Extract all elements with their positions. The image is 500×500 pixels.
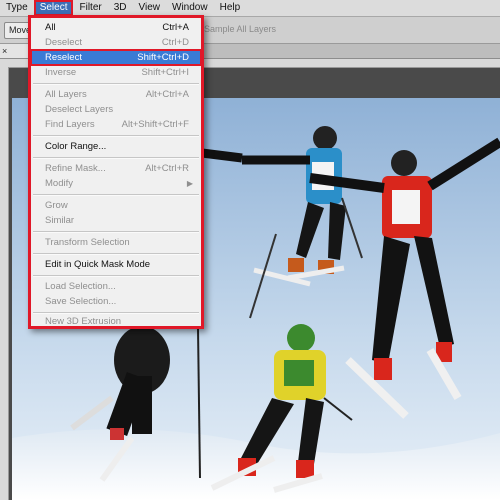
- menu-item-label: Deselect Layers: [45, 104, 114, 115]
- menu-separator: [33, 83, 199, 85]
- menu-item-new-3d-extrusion[interactable]: New 3D Extrusion: [31, 314, 201, 329]
- menu-item-label: Color Range...: [45, 141, 107, 152]
- left-ruler: [0, 67, 9, 500]
- menu-select[interactable]: Select: [33, 0, 74, 16]
- shortcut-label: Shift+Ctrl+D: [137, 52, 189, 63]
- menu-item-label: Modify: [45, 178, 73, 189]
- menu-item-label: Inverse: [45, 67, 77, 78]
- menu-item-label: Grow: [45, 200, 68, 211]
- menu-item-label: Similar: [45, 215, 75, 226]
- menu-item-modify[interactable]: Modify ▶: [31, 176, 201, 191]
- shortcut-label: Ctrl+D: [161, 37, 189, 48]
- submenu-arrow-icon: ▶: [186, 179, 193, 188]
- menu-item-label: New 3D Extrusion: [45, 316, 122, 327]
- menu-item-label: Refine Mask...: [45, 163, 106, 174]
- menu-filter[interactable]: Filter: [73, 0, 107, 16]
- menu-separator: [33, 194, 199, 196]
- menu-item-deselect[interactable]: Deselect Ctrl+D: [31, 35, 201, 50]
- menu-view[interactable]: View: [133, 0, 167, 16]
- menu-item-refine-mask[interactable]: Refine Mask... Alt+Ctrl+R: [31, 161, 201, 176]
- menu-item-label: Deselect: [45, 37, 82, 48]
- menu-item-inverse[interactable]: Inverse Shift+Ctrl+I: [31, 65, 201, 80]
- menu-item-all-layers[interactable]: All Layers Alt+Ctrl+A: [31, 87, 201, 102]
- close-tab-icon[interactable]: ×: [2, 46, 7, 56]
- menu-window[interactable]: Window: [166, 0, 214, 16]
- menu-item-quick-mask[interactable]: Edit in Quick Mask Mode: [31, 257, 201, 272]
- menu-item-save-selection[interactable]: Save Selection...: [31, 294, 201, 309]
- shortcut-label: Alt+Ctrl+R: [145, 163, 189, 174]
- shortcut-label: Ctrl+A: [162, 22, 189, 33]
- menu-item-similar[interactable]: Similar: [31, 213, 201, 228]
- select-menu-dropdown: All Ctrl+A Deselect Ctrl+D Reselect Shif…: [28, 15, 204, 329]
- menu-help[interactable]: Help: [214, 0, 247, 16]
- menu-3d[interactable]: 3D: [108, 0, 133, 16]
- menu-item-grow[interactable]: Grow: [31, 198, 201, 213]
- menu-item-transform-selection[interactable]: Transform Selection: [31, 235, 201, 250]
- menu-item-find-layers[interactable]: Find Layers Alt+Shift+Ctrl+F: [31, 117, 201, 132]
- menu-item-label: Find Layers: [45, 119, 95, 130]
- sample-all-layers-label: Sample All Layers: [204, 24, 277, 34]
- document-tab[interactable]: ×: [0, 44, 31, 58]
- menu-item-label: All: [45, 22, 56, 33]
- menu-item-label: All Layers: [45, 89, 87, 100]
- shortcut-label: Shift+Ctrl+I: [141, 67, 189, 78]
- menu-separator: [33, 253, 199, 255]
- menu-item-load-selection[interactable]: Load Selection...: [31, 279, 201, 294]
- menu-separator: [33, 231, 199, 233]
- menu-item-label: Transform Selection: [45, 237, 130, 248]
- shortcut-label: Alt+Shift+Ctrl+F: [121, 119, 189, 130]
- menu-item-color-range[interactable]: Color Range...: [31, 139, 201, 154]
- menu-item-label: Save Selection...: [45, 296, 117, 307]
- shortcut-label: Alt+Ctrl+A: [145, 89, 189, 100]
- menu-item-label: Reselect: [45, 52, 82, 63]
- menu-item-deselect-layers[interactable]: Deselect Layers: [31, 102, 201, 117]
- menu-item-label: Load Selection...: [45, 281, 116, 292]
- menu-separator: [33, 157, 199, 159]
- menu-item-label: Edit in Quick Mask Mode: [45, 259, 151, 270]
- menu-item-all[interactable]: All Ctrl+A: [31, 20, 201, 35]
- menu-separator: [33, 135, 199, 137]
- menu-item-reselect[interactable]: Reselect Shift+Ctrl+D: [30, 49, 202, 66]
- menu-type[interactable]: Type: [0, 0, 34, 16]
- menu-separator: [33, 275, 199, 277]
